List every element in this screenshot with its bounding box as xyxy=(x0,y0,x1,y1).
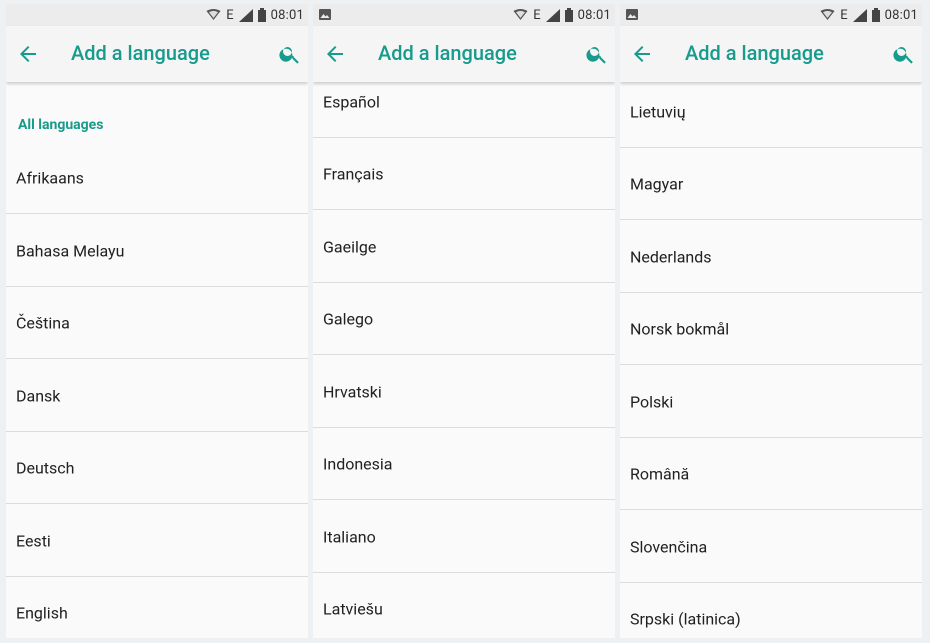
phone-screen-3: E 08:01 Add a language Lietuvių Magyar N… xyxy=(620,4,922,638)
language-label: Slovenčina xyxy=(630,537,708,556)
signal-icon xyxy=(852,8,867,22)
language-label: Dansk xyxy=(16,386,61,405)
app-bar: Add a language xyxy=(6,26,308,82)
language-label: Afrikaans xyxy=(16,168,84,187)
language-label: Deutsch xyxy=(16,458,75,477)
language-item[interactable]: Hrvatski xyxy=(313,356,615,428)
language-label: Nederlands xyxy=(630,247,712,266)
language-item[interactable]: Bahasa Melayu xyxy=(6,215,308,287)
language-list: Español Français Gaeilge Galego Hrvatski… xyxy=(313,82,615,638)
page-title: Add a language xyxy=(685,41,824,65)
language-label: Hrvatski xyxy=(323,382,382,401)
battery-icon xyxy=(871,8,880,22)
language-item[interactable]: Italiano xyxy=(313,501,615,573)
language-label: Latviešu xyxy=(323,599,383,619)
phone-screen-2: E 08:01 Add a language Español Français … xyxy=(313,4,615,638)
language-label: Gaeilge xyxy=(323,237,377,256)
language-item[interactable]: Română xyxy=(620,438,922,510)
battery-icon xyxy=(564,8,573,22)
language-item[interactable]: Norsk bokmål xyxy=(620,293,922,365)
language-item[interactable]: Srpski (latinica) xyxy=(620,583,922,638)
language-item[interactable]: Lietuvių xyxy=(620,76,922,148)
language-label: Eesti xyxy=(16,531,51,550)
language-item[interactable]: Latviešu xyxy=(313,573,615,638)
language-label: Polski xyxy=(630,392,674,411)
language-label: Română xyxy=(630,464,690,483)
status-time: 08:01 xyxy=(270,7,304,23)
status-bar: E 08:01 xyxy=(6,4,308,26)
search-icon[interactable] xyxy=(585,42,609,66)
language-label: Čeština xyxy=(16,313,70,332)
language-item[interactable]: Slovenčina xyxy=(620,511,922,583)
network-type-icon: E xyxy=(840,7,848,23)
app-bar: Add a language xyxy=(313,26,615,82)
language-item[interactable]: Deutsch xyxy=(6,432,308,504)
wifi-icon xyxy=(513,9,528,20)
status-icons: E 08:01 xyxy=(206,6,304,24)
signal-icon xyxy=(545,8,560,22)
battery-icon xyxy=(257,8,266,22)
status-bar: E 08:01 xyxy=(620,4,922,26)
language-list: Lietuvių Magyar Nederlands Norsk bokmål … xyxy=(620,82,922,638)
language-label: Magyar xyxy=(630,174,684,193)
status-time: 08:01 xyxy=(884,7,918,23)
app-bar: Add a language xyxy=(620,26,922,82)
status-bar: E 08:01 xyxy=(313,4,615,26)
image-notification-icon xyxy=(626,9,638,20)
signal-icon xyxy=(238,8,253,22)
search-icon[interactable] xyxy=(892,42,916,66)
language-item[interactable]: Galego xyxy=(313,283,615,355)
language-label: Français xyxy=(323,164,384,183)
language-item[interactable]: Indonesia xyxy=(313,428,615,500)
language-list: All languages Afrikaans Bahasa Melayu Če… xyxy=(6,82,308,638)
language-label: Norsk bokmål xyxy=(630,319,730,338)
language-label: Español xyxy=(323,92,380,111)
section-header-all-languages: All languages xyxy=(18,117,104,133)
status-time: 08:01 xyxy=(577,7,611,23)
language-item[interactable]: Polski xyxy=(620,366,922,438)
screenshot-composite: E 08:01 Add a language All languages Afr… xyxy=(0,0,930,643)
language-item[interactable]: Dansk xyxy=(6,360,308,432)
page-title: Add a language xyxy=(378,41,517,65)
image-notification-icon xyxy=(319,9,331,20)
language-item[interactable]: Magyar xyxy=(620,148,922,220)
language-label: Galego xyxy=(323,309,374,328)
language-item[interactable]: Eesti xyxy=(6,505,308,577)
language-item[interactable]: English xyxy=(6,577,308,638)
page-title: Add a language xyxy=(71,41,210,65)
phone-screen-1: E 08:01 Add a language All languages Afr… xyxy=(6,4,308,638)
network-type-icon: E xyxy=(533,7,541,23)
wifi-icon xyxy=(820,9,835,20)
language-label: Lietuvių xyxy=(630,102,686,121)
status-icons: E 08:01 xyxy=(820,6,918,24)
language-label: Italiano xyxy=(323,527,376,546)
language-label: Indonesia xyxy=(323,454,393,473)
search-icon[interactable] xyxy=(278,42,302,66)
language-label: Bahasa Melayu xyxy=(16,241,125,260)
back-arrow-icon[interactable] xyxy=(16,42,40,66)
language-label: Srpski (latinica) xyxy=(630,609,741,629)
language-item[interactable]: Čeština xyxy=(6,287,308,359)
back-arrow-icon[interactable] xyxy=(323,42,347,66)
back-arrow-icon[interactable] xyxy=(630,42,654,66)
language-label: English xyxy=(16,603,68,623)
language-item[interactable]: Afrikaans xyxy=(6,142,308,214)
language-item[interactable]: Français xyxy=(313,138,615,210)
language-item[interactable]: Gaeilge xyxy=(313,211,615,283)
network-type-icon: E xyxy=(226,7,234,23)
status-icons: E 08:01 xyxy=(513,6,611,24)
language-item[interactable]: Nederlands xyxy=(620,221,922,293)
wifi-icon xyxy=(206,9,221,20)
